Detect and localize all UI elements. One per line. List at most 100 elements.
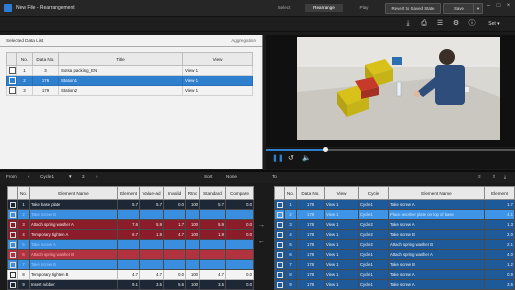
row-checkbox[interactable]: [276, 241, 283, 248]
settings-dropdown[interactable]: Set ▾: [482, 19, 506, 29]
col-view: View: [182, 52, 253, 66]
row-checkbox[interactable]: [276, 281, 283, 288]
export-icon[interactable]: ⇧: [492, 174, 496, 180]
rewind-icon[interactable]: ↺: [288, 154, 294, 162]
table-row[interactable]: 4 178 View 1 Cycle2 Take screw B 2.0: [274, 229, 515, 240]
col-compare: Compare: [225, 186, 254, 200]
tab-select[interactable]: Select: [270, 4, 298, 12]
col-value-added: Value-ad: [139, 186, 164, 200]
data-list-header: Selected Data List Aggregation: [0, 35, 262, 47]
row-checkbox[interactable]: [276, 211, 283, 218]
row-checkbox[interactable]: [9, 251, 16, 258]
table-row[interactable]: 6 Attach spring washer B: [7, 249, 254, 260]
row-element: 2.1: [484, 239, 515, 250]
download-icon[interactable]: ⤓: [403, 19, 413, 29]
table-row-selected[interactable]: 2 176 Station1 View 1: [6, 75, 253, 86]
download-list-icon[interactable]: ⤓: [504, 174, 506, 179]
table-row[interactable]: 7 Take screw B: [7, 259, 254, 270]
save-button[interactable]: Save: [443, 3, 475, 14]
chevron-down-icon[interactable]: ▼: [68, 174, 73, 179]
table-row[interactable]: 1 Take base plate 5.7 5.7 0.0 100 5.7 0.…: [7, 199, 254, 210]
seek-handle[interactable]: [323, 147, 328, 152]
maximize-icon[interactable]: □: [494, 3, 503, 9]
row-element: [117, 259, 140, 270]
row-element-name: Take screw B: [29, 209, 118, 220]
row-checkbox[interactable]: [9, 281, 16, 288]
col-no: No.: [17, 186, 30, 200]
close-icon[interactable]: ×: [504, 3, 513, 9]
pause-icon[interactable]: ❚❚: [272, 154, 284, 162]
table-row[interactable]: 9 178 View 1 Cycle1 Take screw A 3.5: [274, 279, 515, 290]
row-checkbox[interactable]: [9, 211, 16, 218]
row-checkbox[interactable]: [9, 221, 16, 228]
volume-icon[interactable]: 🔈: [302, 154, 311, 162]
gear-icon[interactable]: ⚙: [451, 19, 461, 29]
sort-none-select[interactable]: None: [226, 174, 237, 179]
row-checkbox[interactable]: [9, 87, 16, 94]
table-row[interactable]: 3 Attach spring washer A 7.6 5.9 1.7 100…: [7, 219, 254, 230]
row-value-added: [139, 209, 164, 220]
row-data-no: 178: [296, 259, 325, 270]
row-checkbox[interactable]: [276, 261, 283, 268]
cycle-select[interactable]: Cycle1: [40, 174, 54, 179]
row-checkbox[interactable]: [9, 201, 16, 208]
row-element: 1.3: [484, 219, 515, 230]
row-invalid: 5.6: [163, 279, 186, 290]
list-icon[interactable]: ☰: [435, 19, 445, 29]
next-cycle-icon[interactable]: ›: [96, 174, 98, 179]
row-no: 7: [284, 259, 297, 270]
row-cycle: Cycle2: [358, 229, 389, 240]
tab-rearrange[interactable]: Rearrange: [305, 4, 343, 12]
row-rtnc: 100: [185, 219, 200, 230]
row-checkbox[interactable]: [9, 271, 16, 278]
row-data-no: 178: [296, 199, 325, 210]
tab-play[interactable]: Play: [350, 4, 378, 12]
row-compare: 0.0: [225, 199, 254, 210]
table-row[interactable]: 5 178 View 1 Cycle2 Attach spring washer…: [274, 239, 515, 250]
table-row[interactable]: 2 Take screw B: [7, 209, 254, 220]
table-row[interactable]: 1 3 Sotsa packing_EN View 1: [6, 65, 253, 76]
from-sequence-bar: From ‹ Cycle1 ▼ 3 › Sort None: [0, 172, 266, 183]
table-row[interactable]: 1 178 View 1 Cycle1 Take screw A 1.7: [274, 199, 515, 210]
row-checkbox[interactable]: [9, 77, 16, 84]
table-row[interactable]: 6 178 View 1 Cycle1 Attach spring washer…: [274, 249, 515, 260]
row-value-added: 5.9: [139, 219, 164, 230]
row-no: 5: [17, 239, 30, 250]
row-checkbox[interactable]: [276, 251, 283, 258]
video-frame[interactable]: [297, 37, 500, 140]
move-right-icon[interactable]: →: [258, 222, 265, 229]
info-icon[interactable]: ⓘ: [467, 19, 477, 29]
aggregation-button[interactable]: Aggregation: [231, 38, 256, 43]
table-row[interactable]: 9 Insert rubber 9.1 3.5 5.6 100 3.5 0.0: [7, 279, 254, 290]
row-element: [117, 209, 140, 220]
move-left-icon[interactable]: ←: [258, 238, 265, 245]
row-checkbox[interactable]: [276, 271, 283, 278]
row-checkbox[interactable]: [9, 241, 16, 248]
table-row[interactable]: 8 178 View 1 Cycle1 Take screw A 0.9: [274, 269, 515, 280]
row-checkbox[interactable]: [9, 261, 16, 268]
table-row[interactable]: 4 Temporary tighten A 6.7 1.9 4.7 100 1.…: [7, 229, 254, 240]
row-checkbox[interactable]: [276, 201, 283, 208]
table-row[interactable]: 3 179 Station2 View 1: [6, 85, 253, 96]
minimize-icon[interactable]: –: [484, 3, 493, 9]
row-element-name: Temporary tighten A: [29, 229, 118, 240]
row-checkbox[interactable]: [9, 67, 16, 74]
row-element-name: Take screw A: [29, 239, 118, 250]
row-compare: 0.0: [225, 229, 254, 240]
row-checkbox[interactable]: [276, 221, 283, 228]
table-row[interactable]: 8 Temporary tighten B 4.7 4.7 0.0 100 4.…: [7, 269, 254, 280]
table-row-selected[interactable]: 2 178 View 1 Cycle1 Place another plate …: [274, 209, 515, 220]
table-row[interactable]: 3 178 View 1 Cycle2 Take screw A 1.3: [274, 219, 515, 230]
table-row[interactable]: 7 178 View 1 Cycle1 Take screw B 1.2: [274, 259, 515, 270]
prev-cycle-icon[interactable]: ‹: [28, 174, 30, 179]
print-icon[interactable]: ⎙: [419, 19, 429, 29]
row-checkbox[interactable]: [276, 231, 283, 238]
row-checkbox[interactable]: [9, 231, 16, 238]
sort-label[interactable]: Sort: [204, 174, 212, 179]
row-rtnc: 100: [185, 199, 200, 210]
table-row[interactable]: 5 Take screw A: [7, 239, 254, 250]
revert-button[interactable]: Revert to Saved State: [385, 3, 441, 14]
filter-icon[interactable]: ≡: [478, 174, 481, 179]
row-view: View 1: [324, 279, 359, 290]
save-dropdown-button[interactable]: ▾: [473, 3, 483, 14]
